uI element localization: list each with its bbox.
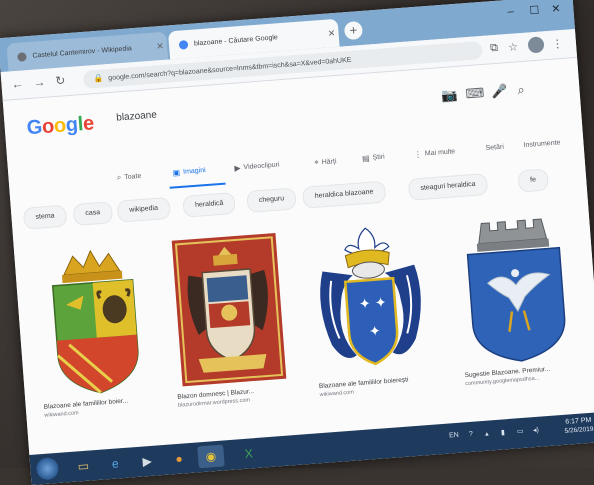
chip-cheguru[interactable]: cheguru	[246, 187, 297, 213]
image-result[interactable]: Blazoane ale familiilor boier... wikiwan…	[32, 239, 161, 419]
lock-icon: 🔒	[92, 73, 104, 84]
chrome-icon[interactable]: ◉	[197, 444, 225, 469]
translate-icon[interactable]: ⧉	[490, 42, 499, 56]
minimize-button[interactable]: –	[507, 6, 514, 18]
menu-kebab-icon[interactable]: ⋮	[552, 37, 564, 51]
svg-text:✦: ✦	[358, 295, 371, 312]
svg-text:✦: ✦	[374, 294, 387, 311]
svg-text:✦: ✦	[368, 322, 381, 339]
internet-explorer-icon[interactable]: e	[101, 452, 129, 476]
new-tab-button[interactable]: +	[343, 20, 364, 41]
tab-all[interactable]: ⌕ Toate	[116, 171, 141, 183]
microphone-icon[interactable]: 🎤	[491, 83, 508, 100]
excel-icon[interactable]: X	[235, 442, 263, 466]
chip-casa[interactable]: casa	[72, 201, 113, 227]
search-icon: ⌕	[116, 172, 122, 182]
help-icon[interactable]: ?	[469, 431, 473, 438]
tab-title: Castelul Cantemirov - Wikipedia	[32, 44, 132, 60]
tab-images[interactable]: ▣ Imagini	[172, 166, 206, 177]
coat-of-arms-thumbnail	[51, 249, 139, 394]
chip-fe[interactable]: fe	[517, 168, 549, 193]
close-tab-icon[interactable]: ✕	[324, 27, 339, 39]
search-icon[interactable]: ⌕	[517, 82, 525, 99]
video-icon: ▶	[234, 163, 241, 173]
close-window-button[interactable]: ✕	[551, 2, 561, 16]
map-icon: ⌖	[313, 157, 320, 167]
back-arrow-icon[interactable]: ←	[11, 76, 24, 91]
keyboard-icon[interactable]: ⌨	[465, 85, 485, 102]
close-tab-icon[interactable]: ✕	[153, 40, 168, 52]
logo-letter: e	[82, 112, 95, 136]
search-query-input[interactable]: blazoane	[116, 110, 157, 124]
image-icon: ▣	[172, 167, 181, 178]
forward-arrow-icon[interactable]: →	[33, 75, 46, 90]
coat-of-arms-thumbnail: ✦ ✦ ✦	[320, 227, 421, 366]
google-favicon-icon	[178, 39, 189, 50]
maximize-button[interactable]: ☐	[529, 4, 540, 18]
tab-title: blazoane - Căutare Google	[193, 33, 279, 48]
google-images-page: Google blazoane 📷 ⌨ 🎤 ⌕ ⌕ Toate ▣ Imagini …	[2, 57, 594, 456]
wikipedia-favicon-icon	[17, 51, 27, 62]
tab-news[interactable]: ▤ Știri	[362, 153, 385, 164]
language-indicator[interactable]: EN	[449, 432, 459, 440]
clock-time: 6:17 PM	[565, 416, 592, 426]
projected-screen: Castelul Cantemirov - Wikipedia ✕ blazoa…	[0, 0, 594, 485]
file-explorer-icon[interactable]: ▭	[70, 454, 98, 478]
system-clock[interactable]: 6:17 PM 5/26/2019	[556, 416, 594, 435]
tab-maps[interactable]: ⌖ Hărți	[314, 156, 337, 168]
settings-link[interactable]: Setări	[485, 144, 504, 152]
google-logo[interactable]: Google	[26, 112, 95, 140]
clock-date: 5/26/2019	[564, 425, 594, 435]
tray-expand-icon[interactable]: ▴	[485, 430, 489, 438]
reload-icon[interactable]: ↻	[55, 73, 66, 88]
media-player-icon[interactable]: ▶	[133, 449, 161, 473]
start-button[interactable]	[35, 456, 60, 481]
more-icon: ⋮	[413, 149, 423, 160]
bookmark-star-icon[interactable]: ☆	[508, 40, 519, 54]
image-result[interactable]: ✦ ✦ ✦ Blazoane ale familiilor boierești …	[307, 218, 436, 398]
image-result[interactable]: Sugestie Blazoane. Premiur... community.…	[453, 207, 582, 387]
news-icon: ▤	[361, 153, 370, 164]
chip-heraldica[interactable]: heraldică	[182, 191, 237, 218]
profile-avatar[interactable]	[527, 36, 545, 54]
stained-glass-thumbnail	[171, 232, 287, 387]
camera-search-icon[interactable]: 📷	[441, 87, 458, 104]
volume-icon[interactable]: ◂)	[533, 426, 539, 434]
logo-letter: G	[26, 116, 43, 140]
chip-stema[interactable]: stema	[22, 204, 68, 230]
tab-more[interactable]: ⋮ Mai multe	[414, 147, 456, 159]
chip-wikipedia[interactable]: wikipedia	[116, 196, 171, 223]
chip-steaguri-heraldica[interactable]: steaguri heraldica	[407, 172, 489, 201]
image-result[interactable]: Blazon domnesc | Blazur... blazurodirmar…	[165, 229, 294, 409]
tab-videos[interactable]: ▶ Videoclipuri	[234, 160, 280, 172]
firefox-icon[interactable]: ●	[165, 447, 193, 471]
network-icon[interactable]: ▮	[501, 428, 505, 436]
coat-of-arms-thumbnail	[466, 218, 566, 362]
battery-icon[interactable]: ▭	[517, 427, 524, 435]
chip-heraldica-blazoane[interactable]: heraldica blazoane	[302, 180, 387, 209]
